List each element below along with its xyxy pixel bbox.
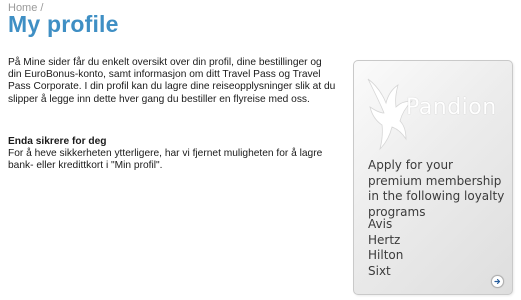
arrow-right-icon [494,278,501,285]
program-item-hilton: Hilton [368,248,404,263]
loyalty-program-list: Avis Hertz Hilton Sixt [368,217,403,279]
page-title: My profile [8,11,119,37]
security-text: For å heve sikkerheten ytterligere, har … [8,148,323,172]
pandion-brand-name: Pandion [406,95,497,120]
program-item-sixt: Sixt [368,263,391,278]
program-item-hertz: Hertz [368,232,401,247]
security-heading: Enda sikrere for deg [8,136,107,147]
promo-arrow-button[interactable] [491,275,504,288]
intro-text: På Mine sider får du enkelt oversikt ove… [8,57,336,105]
pandion-promo-card[interactable]: Pandion Apply for your premium membershi… [353,60,513,295]
promo-heading: Apply for your premium membership in the… [368,158,505,219]
program-item-avis: Avis [368,217,393,231]
